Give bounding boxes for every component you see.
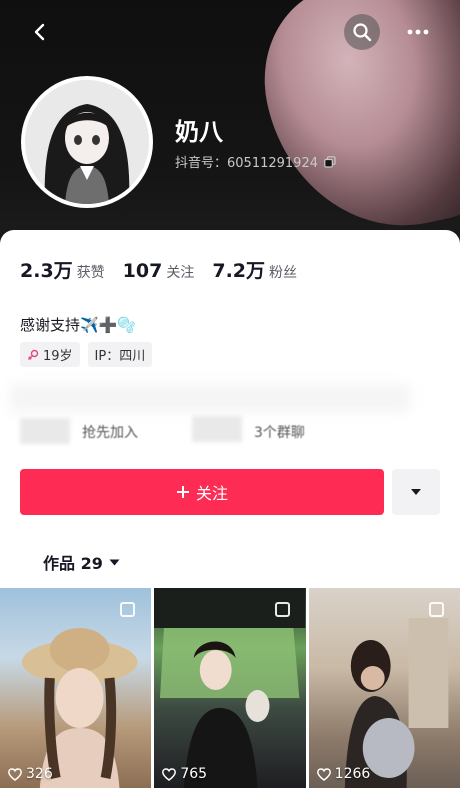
age-text: 19岁 xyxy=(43,349,73,364)
likes-count: 1266 xyxy=(316,766,371,782)
username: 奶八 xyxy=(175,118,223,146)
stat-label: 关注 xyxy=(166,265,195,281)
copy-icon xyxy=(324,155,336,168)
stat-label: 粉丝 xyxy=(269,265,298,281)
triangle-down-icon xyxy=(411,489,421,495)
likes-value: 765 xyxy=(180,766,208,782)
stat-value: 107 xyxy=(122,260,163,282)
ip-text: IP：四川 xyxy=(94,349,146,364)
video-thumbnail[interactable]: 326 xyxy=(0,588,152,788)
more-dots-icon xyxy=(407,29,429,35)
blurred-thumb xyxy=(192,416,242,442)
stat-following[interactable]: 107 关注 xyxy=(123,260,195,282)
stat-followers[interactable]: 7.2万 粉丝 xyxy=(212,256,297,283)
plus-icon xyxy=(176,486,189,498)
profile-tags: 19岁 IP：四川 xyxy=(20,342,153,367)
stat-likes[interactable]: 2.3万 获赞 xyxy=(20,256,105,283)
recommend-dropdown-button[interactable] xyxy=(392,469,440,515)
thumbnail-image xyxy=(21,628,138,788)
video-grid: 326 765 1266 xyxy=(0,588,460,788)
age-tag: 19岁 xyxy=(20,342,80,367)
select-checkbox[interactable] xyxy=(274,602,290,617)
tab-works-label: 作品 29 xyxy=(43,554,103,573)
stat-value: 7.2万 xyxy=(212,260,266,282)
avatar[interactable] xyxy=(21,76,153,208)
search-button[interactable] xyxy=(344,14,380,50)
back-button[interactable] xyxy=(22,14,58,50)
heart-icon xyxy=(8,767,22,781)
ip-tag: IP：四川 xyxy=(87,342,153,367)
blurred-link-right[interactable]: 3个群聊 xyxy=(254,422,305,442)
chevron-left-icon xyxy=(34,23,45,41)
likes-value: 1266 xyxy=(334,766,371,782)
bio-text: 感谢支持✈️➕🫧 xyxy=(20,316,137,334)
more-options-button[interactable] xyxy=(400,14,436,50)
profile-header: 奶八 抖音号：60511291924 xyxy=(0,0,460,250)
douyin-id-text: 抖音号：60511291924 xyxy=(175,156,318,171)
blurred-link-left[interactable]: 抢先加入 xyxy=(82,422,138,442)
select-checkbox[interactable] xyxy=(120,602,136,617)
heart-icon xyxy=(162,767,177,781)
triangle-down-icon xyxy=(109,559,120,565)
female-icon xyxy=(28,349,39,360)
stats-row: 2.3万 获赞 107 关注 7.2万 粉丝 xyxy=(20,256,297,283)
stat-label: 获赞 xyxy=(76,265,105,281)
follow-label: 关注 xyxy=(195,484,228,503)
video-thumbnail[interactable]: 765 xyxy=(154,588,306,788)
select-checkbox[interactable] xyxy=(428,602,444,617)
likes-count: 765 xyxy=(162,766,207,782)
profile-card: 2.3万 获赞 107 关注 7.2万 粉丝 感谢支持✈️➕🫧 19岁 IP：四… xyxy=(0,230,460,788)
blurred-thumb xyxy=(20,418,70,444)
thumbnail-image xyxy=(154,588,306,788)
blurred-band xyxy=(10,384,410,412)
tab-works[interactable]: 作品 29 xyxy=(43,550,120,574)
likes-value: 326 xyxy=(26,766,53,782)
blurred-links: 抢先加入 3个群聊 xyxy=(0,380,460,450)
avatar-illustration xyxy=(25,80,149,204)
likes-count: 326 xyxy=(8,766,53,782)
douyin-id[interactable]: 抖音号：60511291924 xyxy=(175,152,336,171)
stat-value: 2.3万 xyxy=(20,260,73,282)
search-icon xyxy=(353,23,372,42)
thumbnail-image xyxy=(344,618,449,788)
heart-icon xyxy=(316,767,331,781)
follow-button[interactable]: 关注 xyxy=(20,469,384,515)
video-thumbnail[interactable]: 1266 xyxy=(308,588,460,788)
